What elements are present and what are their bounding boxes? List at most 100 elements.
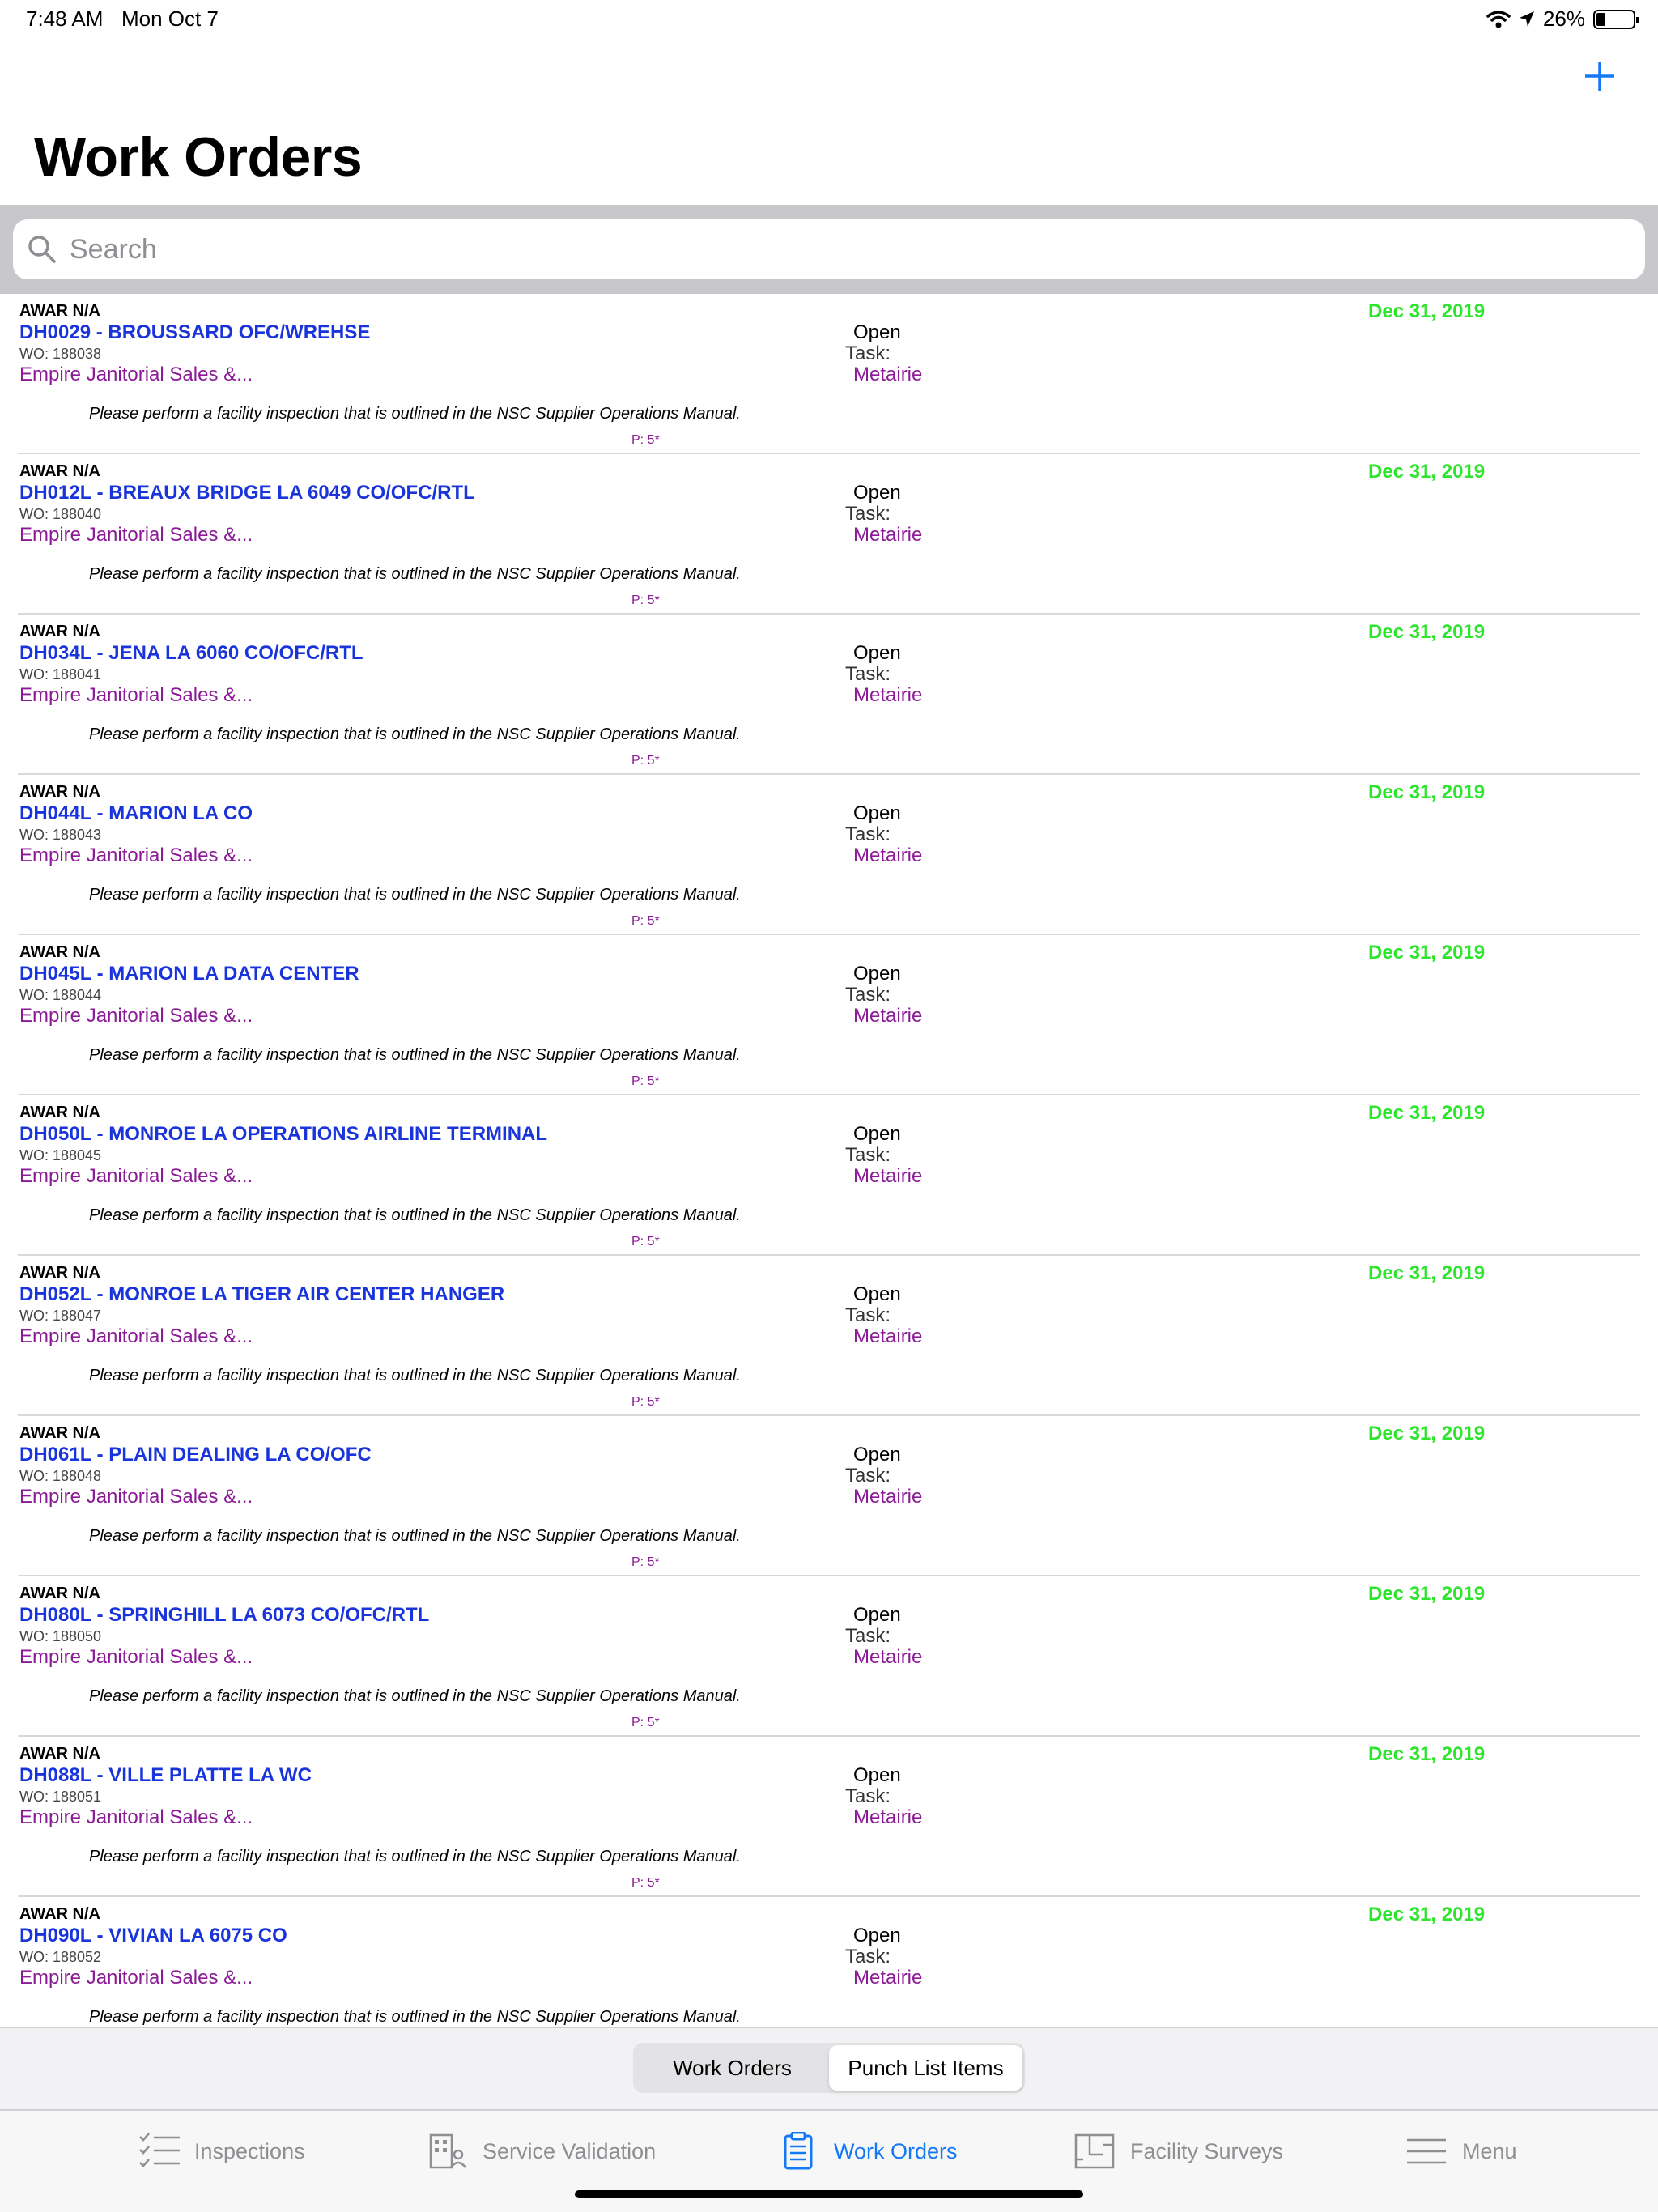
status-text: Open [853, 963, 901, 985]
work-order-row[interactable]: AWAR N/A DH061L - PLAIN DEALING LA CO/OFC… [18, 1416, 1640, 1576]
work-order-number: WO: 188051 [19, 1789, 102, 1805]
work-order-number: WO: 188044 [19, 987, 102, 1003]
site-link[interactable]: DH044L - MARION LA CO [19, 802, 253, 825]
work-order-row[interactable]: AWAR N/A DH034L - JENA LA 6060 CO/OFC/RTL… [18, 615, 1640, 775]
work-order-row[interactable]: AWAR N/A DH088L - VILLE PLATTE LA WC WO: 1… [18, 1737, 1640, 1897]
task-value: Metairie [853, 1165, 923, 1187]
task-value: Metairie [853, 1646, 923, 1668]
clipboard-icon [784, 2132, 813, 2170]
tab-menu-label: Menu [1462, 2138, 1517, 2163]
priority-label: P: 5* [631, 433, 660, 447]
vendor-name: Empire Janitorial Sales &... [19, 1005, 253, 1027]
work-order-number: WO: 188047 [19, 1308, 102, 1324]
priority-label: P: 5* [631, 1876, 660, 1890]
site-link[interactable]: DH012L - BREAUX BRIDGE LA 6049 CO/OFC/RT… [19, 482, 475, 504]
site-link[interactable]: DH088L - VILLE PLATTE LA WC [19, 1764, 312, 1787]
task-value: Metairie [853, 1806, 923, 1828]
priority-label: P: 5* [631, 1555, 660, 1569]
vendor-name: Empire Janitorial Sales &... [19, 844, 253, 866]
work-order-number: WO: 188040 [19, 506, 102, 522]
due-date: Dec 31, 2019 [1368, 1904, 1486, 1925]
site-link[interactable]: DH050L - MONROE LA OPERATIONS AIRLINE TE… [19, 1123, 547, 1146]
priority-label: P: 5* [631, 754, 660, 768]
task-value: Metairie [853, 684, 923, 706]
work-order-row[interactable]: AWAR N/A DH045L - MARION LA DATA CENTER WO… [18, 935, 1640, 1095]
status-text: Open [853, 1925, 901, 1946]
tab-menu[interactable]: Menu [1405, 2132, 1517, 2171]
description: Please perform a facility inspection tha… [89, 725, 741, 743]
floorplan-icon [1074, 2133, 1115, 2169]
vendor-name: Empire Janitorial Sales &... [19, 524, 253, 546]
task-value: Metairie [853, 1486, 923, 1508]
awar-label: AWAR N/A [19, 1264, 100, 1282]
battery-icon [1593, 9, 1639, 29]
vendor-name: Empire Janitorial Sales &... [19, 1646, 253, 1668]
work-order-number: WO: 188048 [19, 1468, 102, 1484]
site-link[interactable]: DH080L - SPRINGHILL LA 6073 CO/OFC/RTL [19, 1604, 429, 1627]
page-title: Work Orders [34, 126, 363, 188]
priority-label: P: 5* [631, 1235, 660, 1249]
work-order-row[interactable]: AWAR N/A DH044L - MARION LA CO WO: 188043 E… [18, 775, 1640, 935]
priority-label: P: 5* [631, 593, 660, 607]
site-link[interactable]: DH052L - MONROE LA TIGER AIR CENTER HANG… [19, 1283, 504, 1306]
site-link[interactable]: DH045L - MARION LA DATA CENTER [19, 963, 359, 985]
vendor-name: Empire Janitorial Sales &... [19, 364, 253, 385]
site-link[interactable]: DH0029 - BROUSSARD OFC/WREHSE [19, 321, 370, 344]
status-indicators: 26% [1486, 6, 1639, 32]
segment-punch-list-items[interactable]: Punch List Items [829, 2045, 1022, 2091]
status-text: Open [853, 482, 901, 504]
site-link[interactable]: DH090L - VIVIAN LA 6075 CO [19, 1925, 287, 1947]
site-link[interactable]: DH061L - PLAIN DEALING LA CO/OFC [19, 1444, 372, 1466]
description: Please perform a facility inspection tha… [89, 1527, 741, 1545]
task-value: Metairie [853, 364, 923, 385]
add-icon[interactable] [1582, 58, 1618, 94]
status-text: Open [853, 642, 901, 664]
work-order-row[interactable]: AWAR N/A DH090L - VIVIAN LA 6075 CO WO: 18… [18, 1897, 1640, 2027]
search-bar [0, 205, 1658, 294]
task-label: Task: [845, 823, 891, 845]
work-order-number: WO: 188038 [19, 346, 102, 362]
segment-work-orders[interactable]: Work Orders [636, 2045, 829, 2091]
awar-label: AWAR N/A [19, 1424, 100, 1442]
location-arrow-icon [1519, 11, 1534, 27]
work-order-list[interactable]: AWAR N/A DH0029 - BROUSSARD OFC/WREHSE WO:… [0, 294, 1658, 2027]
building-person-icon [429, 2133, 466, 2169]
vendor-name: Empire Janitorial Sales &... [19, 1806, 253, 1828]
work-order-number: WO: 188052 [19, 1949, 102, 1965]
work-order-number: WO: 188043 [19, 827, 102, 843]
tab-inspections[interactable]: Inspections [138, 2132, 305, 2171]
home-indicator[interactable] [575, 2190, 1083, 2198]
tab-facility-surveys[interactable]: Facility Surveys [1073, 2132, 1283, 2171]
segmented-control: Work Orders Punch List Items [633, 2043, 1025, 2093]
description: Please perform a facility inspection tha… [89, 1687, 741, 1705]
site-link[interactable]: DH034L - JENA LA 6060 CO/OFC/RTL [19, 642, 363, 665]
task-label: Task: [845, 342, 891, 364]
due-date: Dec 31, 2019 [1368, 300, 1486, 322]
status-text: Open [853, 1764, 901, 1786]
work-order-row[interactable]: AWAR N/A DH050L - MONROE LA OPERATIONS AI… [18, 1095, 1640, 1256]
search-box[interactable] [13, 219, 1645, 279]
work-order-row[interactable]: AWAR N/A DH0029 - BROUSSARD OFC/WREHSE WO:… [18, 294, 1640, 454]
task-label: Task: [845, 1304, 891, 1326]
description: Please perform a facility inspection tha… [89, 1367, 741, 1385]
awar-label: AWAR N/A [19, 783, 100, 801]
search-input[interactable] [70, 233, 1608, 266]
work-order-number: WO: 188045 [19, 1147, 102, 1163]
task-label: Task: [845, 1465, 891, 1487]
task-value: Metairie [853, 1005, 923, 1027]
tab-work-orders[interactable]: Work Orders [777, 2132, 958, 2171]
task-value: Metairie [853, 524, 923, 546]
due-date: Dec 31, 2019 [1368, 1262, 1486, 1284]
status-text: Open [853, 802, 901, 824]
due-date: Dec 31, 2019 [1368, 1423, 1486, 1444]
task-value: Metairie [853, 1967, 923, 1989]
battery-percent: 26% [1542, 6, 1585, 31]
work-order-row[interactable]: AWAR N/A DH080L - SPRINGHILL LA 6073 CO/O… [18, 1576, 1640, 1737]
work-order-row[interactable]: AWAR N/A DH012L - BREAUX BRIDGE LA 6049 C… [18, 454, 1640, 615]
tab-service-validation[interactable]: Service Validation [426, 2132, 656, 2171]
task-label: Task: [845, 984, 891, 1006]
priority-label: P: 5* [631, 1395, 660, 1409]
work-order-row[interactable]: AWAR N/A DH052L - MONROE LA TIGER AIR CEN… [18, 1256, 1640, 1416]
awar-label: AWAR N/A [19, 1905, 100, 1923]
wifi-icon [1486, 10, 1511, 28]
